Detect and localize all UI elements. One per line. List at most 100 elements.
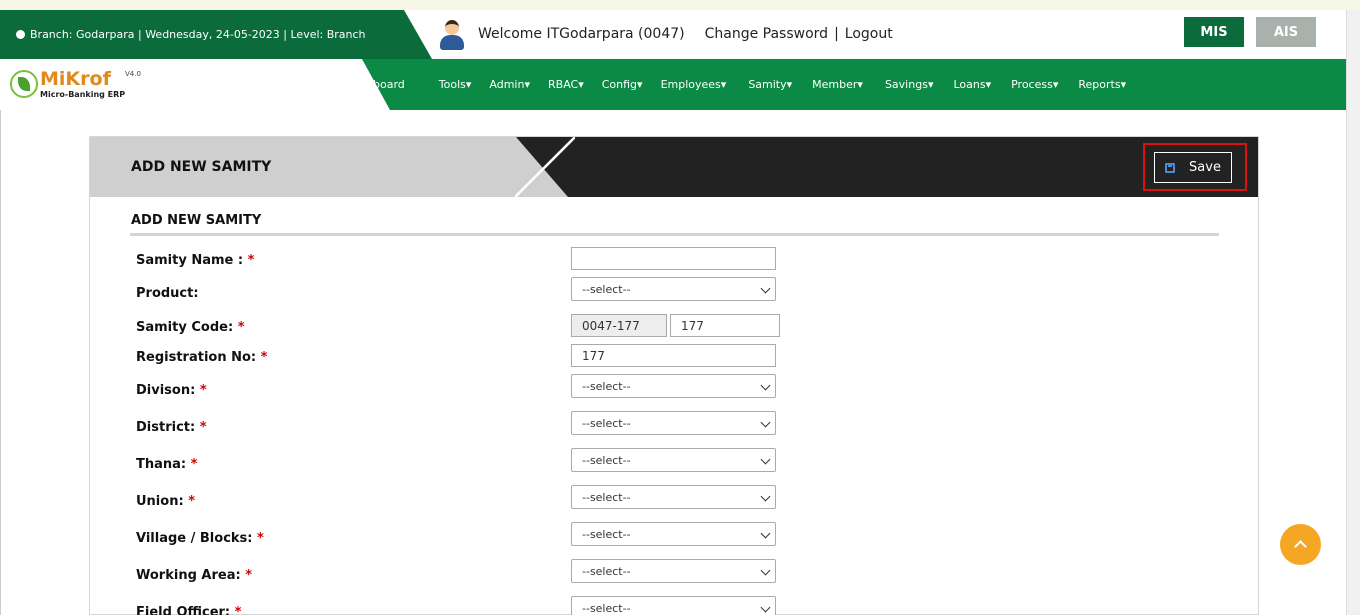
district-select[interactable]: --select-- <box>571 411 776 435</box>
nav-admin[interactable]: Admin▾ <box>489 78 530 91</box>
add-samity-panel: ADD NEW SAMITY Save ADD NEW SAMITY Samit… <box>89 136 1259 615</box>
save-button[interactable]: Save <box>1154 152 1232 183</box>
thana-label: Thana: * <box>136 457 198 472</box>
nav-label: Admin <box>489 78 525 91</box>
chevron-down-icon <box>760 380 771 391</box>
chevron-down-icon <box>760 417 771 428</box>
nav-savings[interactable]: Savings▾ <box>885 78 934 91</box>
caret-down-icon: ▾ <box>857 78 863 91</box>
save-label: Save <box>1189 160 1221 175</box>
caret-down-icon: ▾ <box>1120 78 1127 91</box>
caret-down-icon: ▾ <box>927 78 934 91</box>
nav-label: Savings <box>884 78 928 91</box>
chevron-down-icon <box>760 454 771 465</box>
nav-dashboard[interactable]: board <box>373 78 405 91</box>
branch-info-bar: Branch: Godarpara | Wednesday, 24-05-202… <box>0 10 432 59</box>
nav-label: Tools <box>438 78 466 91</box>
nav-loans[interactable]: Loans▾ <box>953 78 991 91</box>
caret-down-icon: ▾ <box>465 78 472 91</box>
globe-icon <box>16 30 25 39</box>
panel-title: ADD NEW SAMITY <box>131 159 272 175</box>
division-label: Divison: * <box>136 383 207 398</box>
nav-member[interactable]: Member▾ <box>812 78 863 91</box>
select-value: --select-- <box>582 601 631 615</box>
samity-name-input[interactable] <box>571 247 776 270</box>
product-select[interactable]: --select-- <box>571 277 776 301</box>
nav-label: Member <box>812 78 858 91</box>
leaf-logo-icon <box>10 70 38 98</box>
logo-subtitle: Micro-Banking ERP <box>40 89 126 99</box>
caret-down-icon: ▾ <box>720 78 727 91</box>
select-value: --select-- <box>582 282 631 296</box>
caret-down-icon: ▾ <box>578 78 584 91</box>
working-area-select[interactable]: --select-- <box>571 559 776 583</box>
caret-down-icon: ▾ <box>637 78 643 91</box>
header-separator: | <box>834 26 839 42</box>
ais-button[interactable]: AIS <box>1256 17 1316 47</box>
working-area-label: Working Area: * <box>136 568 253 583</box>
nav-employees[interactable]: Employees▾ <box>661 78 727 91</box>
caret-down-icon: ▾ <box>1052 78 1059 91</box>
nav-label: RBAC <box>548 78 579 91</box>
nav-tools[interactable]: Tools▾ <box>439 78 472 91</box>
page-scrollbar[interactable] <box>1346 10 1360 615</box>
user-avatar-icon <box>438 18 466 50</box>
chevron-down-icon <box>760 491 771 502</box>
caret-down-icon: ▾ <box>786 78 793 91</box>
section-divider <box>130 233 1219 236</box>
samity-code-input[interactable]: 177 <box>670 314 780 337</box>
nav-config[interactable]: Config▾ <box>602 78 643 91</box>
field-officer-select[interactable]: --select-- <box>571 596 776 615</box>
select-value: --select-- <box>582 453 631 467</box>
division-select[interactable]: --select-- <box>571 374 776 398</box>
nav-label: Process <box>1011 78 1053 91</box>
select-value: --select-- <box>582 416 631 430</box>
panel-header-divider <box>515 137 575 197</box>
back-to-top-button[interactable] <box>1280 524 1321 565</box>
logo[interactable]: MiKrof Micro-Banking ERP <box>10 67 125 101</box>
section-title: ADD NEW SAMITY <box>131 213 262 228</box>
nav-label: Loans <box>953 78 986 91</box>
nav-samity[interactable]: Samity▾ <box>748 78 792 91</box>
floppy-disk-icon <box>1165 162 1176 173</box>
welcome-area: Welcome ITGodarpara (0047) Change Passwo… <box>438 14 893 54</box>
registration-no-input[interactable]: 177 <box>571 344 776 367</box>
mis-button[interactable]: MIS <box>1184 17 1244 47</box>
branch-info-text: Branch: Godarpara | Wednesday, 24-05-202… <box>30 28 366 41</box>
logout-link[interactable]: Logout <box>845 26 893 42</box>
caret-down-icon: ▾ <box>524 78 530 91</box>
select-value: --select-- <box>582 527 631 541</box>
chevron-down-icon <box>760 602 771 613</box>
change-password-link[interactable]: Change Password <box>705 26 828 42</box>
thana-select[interactable]: --select-- <box>571 448 776 472</box>
union-select[interactable]: --select-- <box>571 485 776 509</box>
logo-version: V4.0 <box>125 70 141 78</box>
logo-title: MiKrof <box>40 67 111 90</box>
nav-rbac[interactable]: RBAC▾ <box>548 78 584 91</box>
samity-name-label: Samity Name : * <box>136 253 255 268</box>
village-label: Village / Blocks: * <box>136 531 264 546</box>
village-select[interactable]: --select-- <box>571 522 776 546</box>
chevron-down-icon <box>760 565 771 576</box>
main-menu: board Tools▾ Admin▾ RBAC▾ Config▾ Employ… <box>373 59 1126 110</box>
nav-label: Samity <box>748 78 787 91</box>
nav-label: Config <box>601 78 638 91</box>
samity-code-label: Samity Code: * <box>136 320 245 335</box>
samity-code-prefix: 0047-177 <box>571 314 667 337</box>
select-value: --select-- <box>582 564 631 578</box>
chevron-up-icon <box>1294 540 1307 553</box>
caret-down-icon: ▾ <box>985 78 992 91</box>
nav-process[interactable]: Process▾ <box>1011 78 1058 91</box>
chevron-down-icon <box>760 528 771 539</box>
select-value: --select-- <box>582 379 631 393</box>
top-strip <box>0 0 1360 10</box>
welcome-text: Welcome ITGodarpara (0047) <box>478 26 685 42</box>
union-label: Union: * <box>136 494 195 509</box>
district-label: District: * <box>136 420 207 435</box>
field-officer-label: Field Officer: * <box>136 605 242 615</box>
registration-no-label: Registration No: * <box>136 350 268 365</box>
chevron-down-icon <box>760 283 771 294</box>
nav-reports[interactable]: Reports▾ <box>1078 78 1126 91</box>
product-label: Product: <box>136 286 199 301</box>
nav-label: Reports <box>1078 78 1121 91</box>
